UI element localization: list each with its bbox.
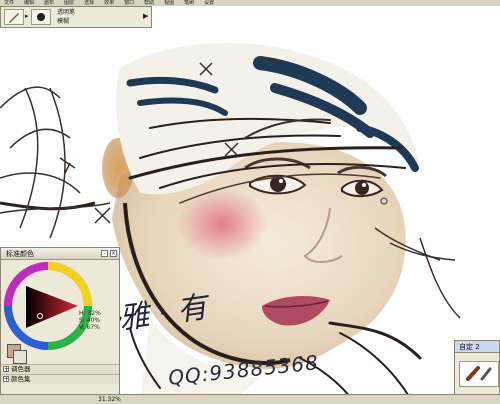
- brush-variant-button[interactable]: [31, 9, 51, 25]
- mixer-label: 调色器: [11, 365, 31, 373]
- menu-item-settings[interactable]: 设置: [204, 0, 214, 6]
- custom-palette-slot[interactable]: [459, 361, 499, 387]
- mixer-row[interactable]: + 调色器: [1, 364, 119, 374]
- color-panel-title: 标准颜色: [6, 250, 34, 258]
- menu-item-brush[interactable]: 笔刷: [184, 0, 194, 6]
- brush-name-label: 透明笔: [57, 9, 76, 16]
- color-set-label: 颜色集: [11, 375, 31, 383]
- brush-toolbar: ▸ 透明笔 模糊 ▶: [0, 6, 152, 28]
- brush-category-dropdown-arrow[interactable]: ▸: [25, 12, 29, 20]
- hue-value: H: 32%: [79, 310, 101, 317]
- hsv-readout: H: 32% S: 40% V: 67%: [79, 310, 101, 331]
- color-panel-titlebar[interactable]: 标准颜色 - ×: [1, 248, 119, 260]
- expand-icon[interactable]: +: [3, 376, 9, 383]
- saturation-value: S: 40%: [79, 317, 101, 324]
- color-panel: 标准颜色 - × H: 32% S: 40% V: 67% + 调色器 + 颜色…: [0, 247, 120, 403]
- color-set-row[interactable]: + 颜色集: [1, 374, 119, 384]
- brush-dot-icon: [37, 13, 45, 21]
- close-icon[interactable]: ×: [110, 250, 117, 257]
- expand-icon[interactable]: +: [3, 366, 9, 373]
- value-value: V: 67%: [79, 324, 100, 331]
- brush-menu-arrow[interactable]: ▶: [143, 12, 148, 20]
- saturation-triangle: [26, 286, 78, 328]
- custom-palette-title: 自定 2: [459, 343, 480, 351]
- color-wheel[interactable]: [4, 262, 92, 350]
- custom-palette-titlebar[interactable]: 自定 2: [455, 341, 499, 353]
- menu-item-view[interactable]: 视图: [164, 0, 174, 6]
- minimize-icon[interactable]: -: [101, 250, 108, 257]
- brush-variant-label: 模糊: [57, 18, 70, 25]
- pen-icon: [9, 13, 19, 23]
- brush-stroke-icon: [466, 366, 492, 381]
- brush-category-button[interactable]: [4, 9, 24, 25]
- secondary-color-swatch[interactable]: [13, 350, 27, 364]
